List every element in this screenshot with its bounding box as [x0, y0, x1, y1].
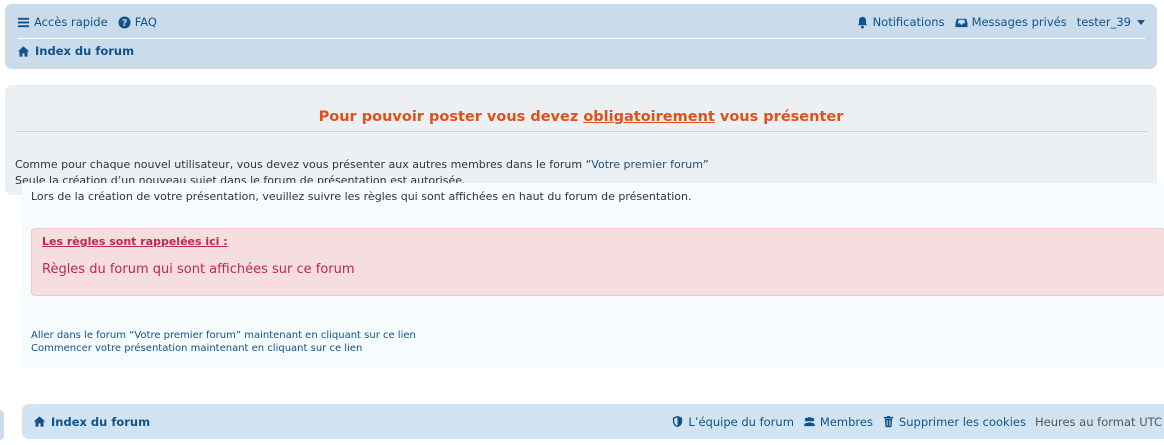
- go-to-first-forum-link[interactable]: Aller dans le forum “Votre premier forum…: [31, 330, 416, 341]
- notice-line-1-end: ”: [702, 158, 709, 171]
- home-icon: [33, 415, 46, 428]
- home-icon: [17, 45, 30, 58]
- footer-navbar: Index du forum L’équipe du forum Membres…: [22, 404, 1164, 439]
- private-messages-link[interactable]: Messages privés: [955, 15, 1067, 29]
- quick-access-label: Accès rapide: [34, 15, 108, 29]
- side-tab: [0, 410, 4, 440]
- username-label: tester_39: [1076, 15, 1131, 29]
- faq-label: FAQ: [134, 15, 157, 29]
- action-links: Aller dans le forum “Votre premier forum…: [31, 329, 416, 355]
- private-messages-label: Messages privés: [971, 15, 1067, 29]
- team-link[interactable]: L’équipe du forum: [671, 415, 794, 429]
- breadcrumb-forum-index[interactable]: Index du forum: [17, 44, 134, 58]
- delete-cookies-link[interactable]: Supprimer les cookies: [882, 415, 1026, 429]
- first-forum-link[interactable]: Votre premier forum: [591, 158, 703, 171]
- notifications-link[interactable]: Notifications: [856, 15, 945, 29]
- bars-icon: [17, 16, 30, 29]
- navbar-right: Notifications Messages privés tester_39: [856, 15, 1145, 29]
- rules-heading: Les règles sont rappelées ici :: [42, 235, 228, 248]
- members-link[interactable]: Membres: [803, 415, 873, 429]
- breadcrumb-label: Index du forum: [35, 44, 135, 58]
- top-navbar: Accès rapide ? FAQ Notifications Message…: [5, 4, 1157, 69]
- chevron-down-icon: [1137, 19, 1145, 25]
- bell-icon: [856, 16, 869, 29]
- delete-cookies-label: Supprimer les cookies: [898, 414, 1026, 429]
- team-label: L’équipe du forum: [688, 414, 794, 429]
- shield-icon: [671, 415, 684, 428]
- inbox-icon: [955, 16, 968, 29]
- users-icon: [803, 415, 816, 428]
- presentation-rules-block: Lors de la création de votre présentatio…: [22, 183, 1164, 368]
- notice-title: Pour pouvoir poster vous devez obligatoi…: [15, 109, 1147, 132]
- notice-line-1: Comme pour chaque nouvel utilisateur, vo…: [15, 157, 709, 173]
- members-label: Membres: [819, 414, 873, 429]
- footer-links: L’équipe du forum Membres Supprimer les …: [671, 415, 1162, 429]
- navbar-main-row: Accès rapide ? FAQ Notifications Message…: [17, 12, 1145, 39]
- quick-access-link[interactable]: Accès rapide: [17, 15, 108, 29]
- notice-title-end: vous présenter: [714, 109, 844, 125]
- timezone-label: Heures au format UTC: [1034, 414, 1162, 429]
- start-presentation-link[interactable]: Commencer votre présentation maintenant …: [31, 343, 362, 354]
- notice-line-1-start: Comme pour chaque nouvel utilisateur, vo…: [15, 158, 592, 171]
- question-circle-icon: ?: [118, 15, 131, 29]
- svg-text:?: ?: [122, 17, 127, 28]
- notifications-label: Notifications: [872, 15, 945, 29]
- faq-link[interactable]: ? FAQ: [118, 15, 157, 29]
- notice-title-emphasis: obligatoirement: [583, 109, 715, 125]
- presentation-notice-panel: Pour pouvoir poster vous devez obligatoi…: [5, 85, 1157, 195]
- trash-icon: [882, 415, 895, 428]
- footer-breadcrumb-forum-index[interactable]: Index du forum: [33, 415, 150, 429]
- rules-reminder-box: Les règles sont rappelées ici : Règles d…: [31, 228, 1164, 296]
- rules-instruction: Lors de la création de votre présentatio…: [31, 190, 692, 203]
- notice-title-start: Pour pouvoir poster vous devez: [318, 109, 584, 125]
- user-menu[interactable]: tester_39: [1077, 15, 1145, 29]
- navbar-left: Accès rapide ? FAQ: [17, 15, 157, 29]
- rules-text: Règles du forum qui sont affichées sur c…: [42, 262, 355, 277]
- footer-breadcrumb-label: Index du forum: [51, 414, 151, 429]
